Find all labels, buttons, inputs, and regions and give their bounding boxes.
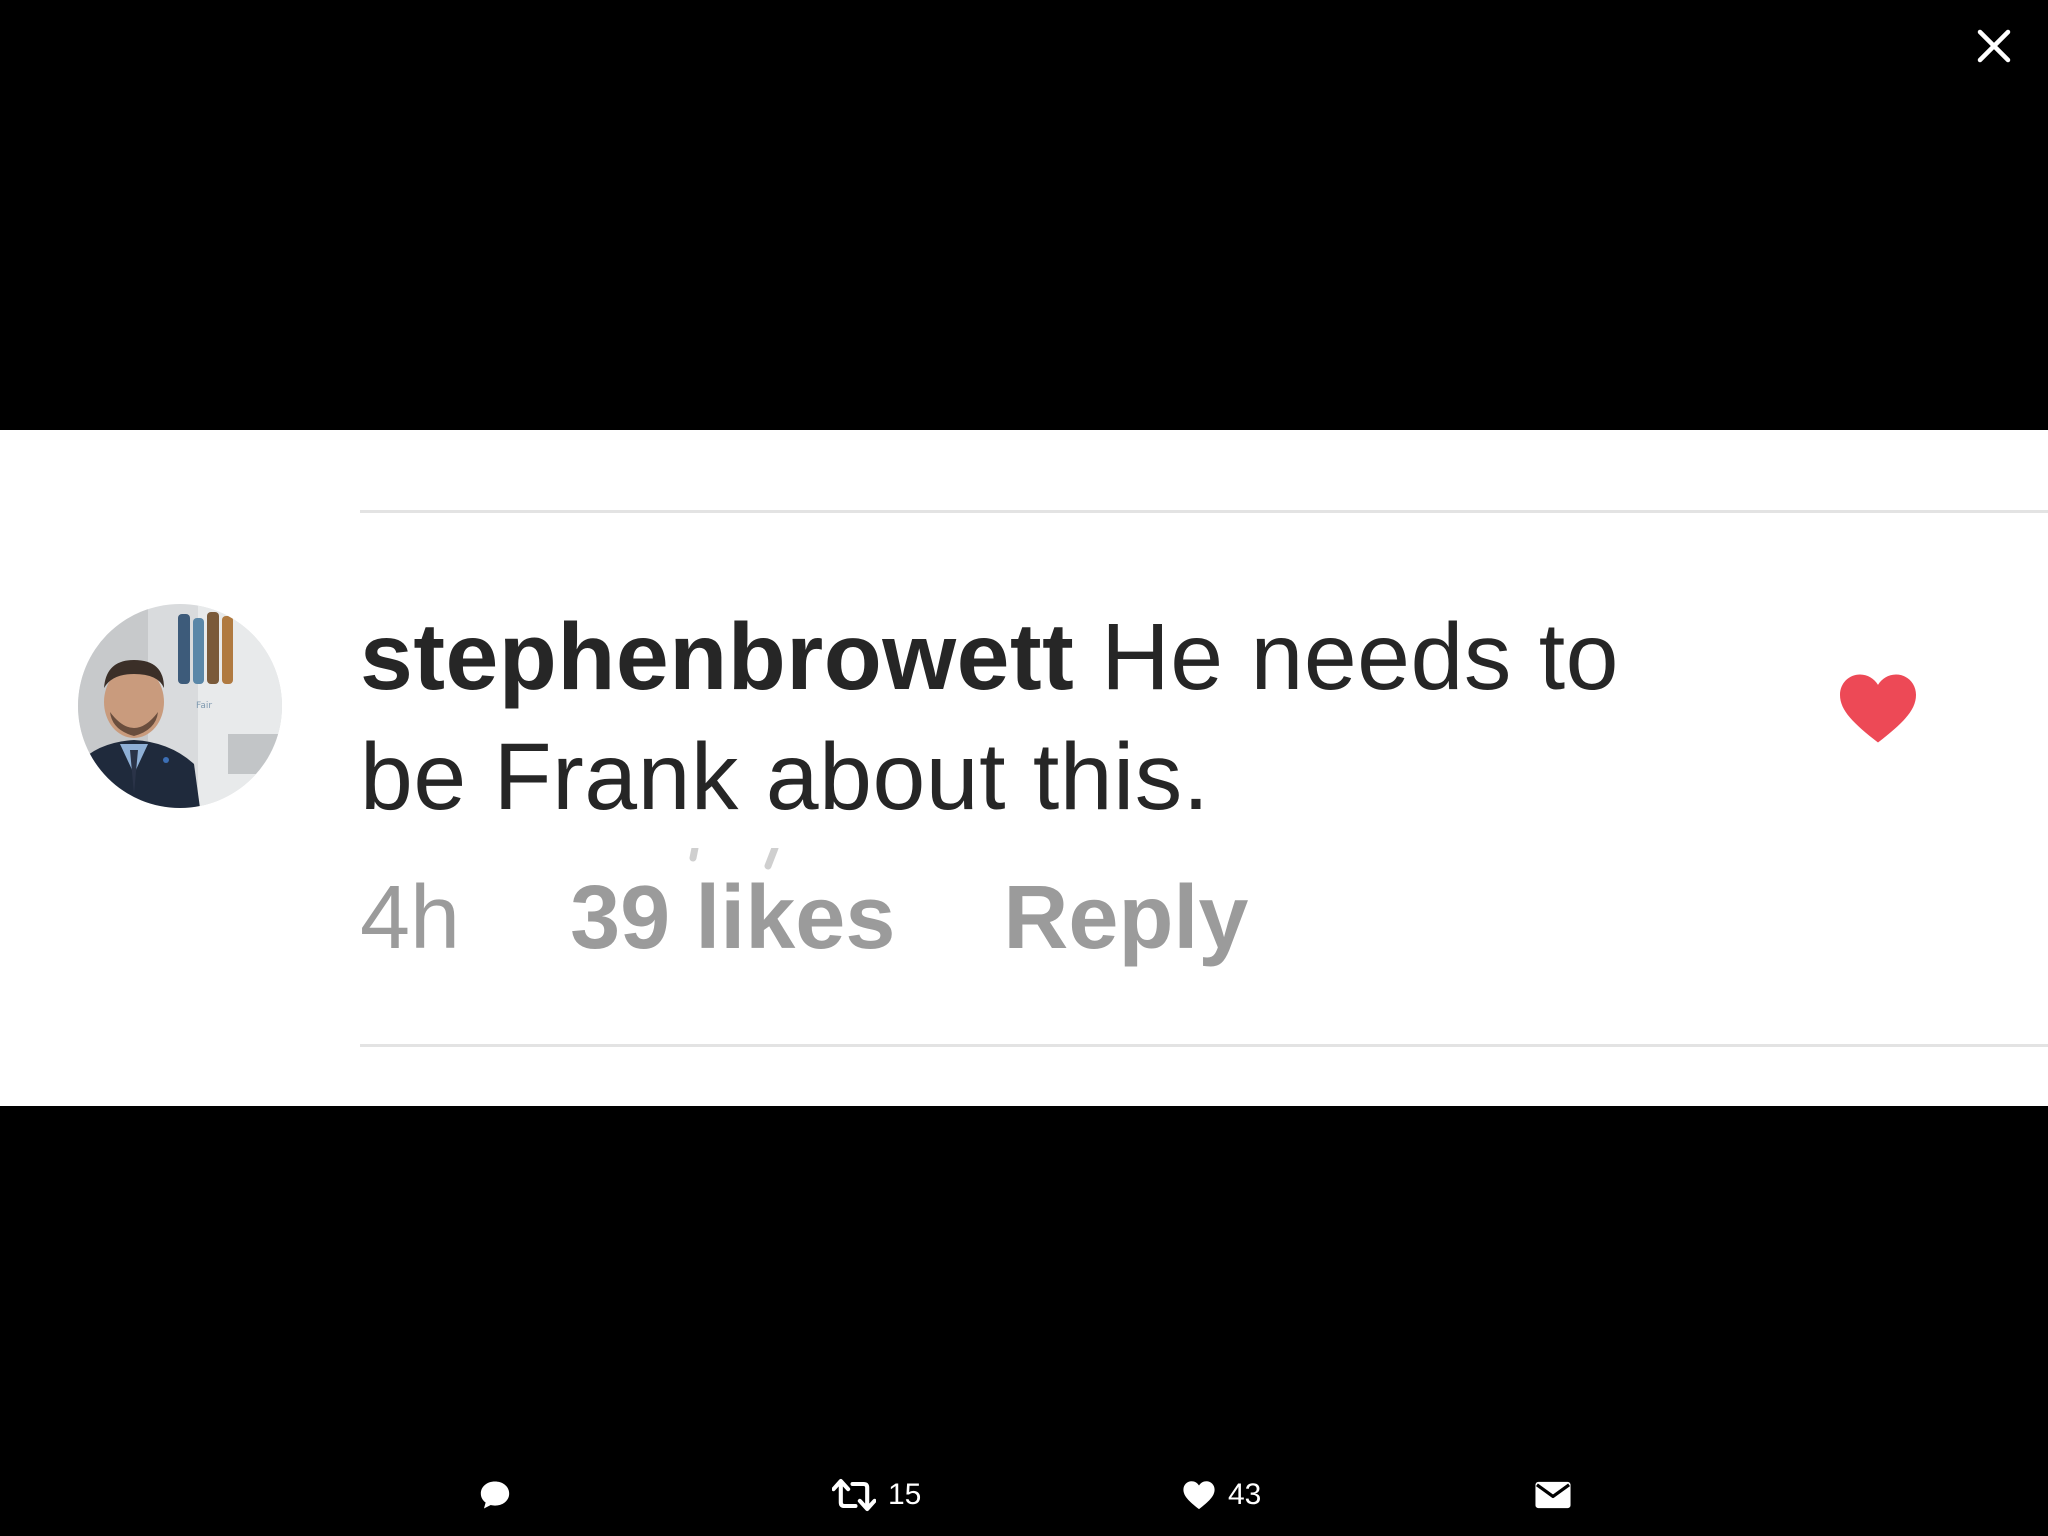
divider: [360, 510, 2048, 513]
divider: [360, 1044, 2048, 1047]
retweet-button[interactable]: 15: [832, 1470, 921, 1520]
media-viewer: Fair stephenbrowett He needs to be Frank…: [0, 0, 2048, 1536]
like-count: 43: [1228, 1478, 1262, 1511]
reply-icon: [480, 1481, 510, 1509]
close-button[interactable]: [1970, 22, 2018, 70]
reply-button[interactable]: [478, 1470, 512, 1520]
comment-like-button[interactable]: [1836, 670, 1920, 746]
svg-text:Fair: Fair: [196, 701, 212, 711]
envelope-icon: [1535, 1481, 1571, 1509]
heart-filled-icon: [1840, 674, 1916, 743]
comment-meta: 4h 39 likes Reply: [360, 868, 1249, 968]
comment-screenshot: Fair stephenbrowett He needs to be Frank…: [0, 430, 2048, 1106]
comment-likes-count[interactable]: 39 likes: [570, 868, 895, 968]
like-button[interactable]: 43: [1182, 1470, 1261, 1520]
comment-text: stephenbrowett He needs to be Frank abou…: [360, 597, 1650, 837]
direct-message-button[interactable]: [1534, 1470, 1572, 1520]
heart-icon: [1183, 1481, 1215, 1510]
retweet-icon: [832, 1479, 876, 1511]
comment-timestamp: 4h: [360, 868, 461, 968]
close-icon: [1977, 29, 2011, 63]
comment-username[interactable]: stephenbrowett: [360, 604, 1074, 710]
tweet-action-bar: 15 43: [0, 1470, 2048, 1520]
avatar[interactable]: Fair: [78, 604, 282, 808]
profile-photo: Fair: [78, 604, 282, 808]
retweet-count: 15: [888, 1478, 922, 1511]
comment-reply-button[interactable]: Reply: [1003, 868, 1248, 968]
